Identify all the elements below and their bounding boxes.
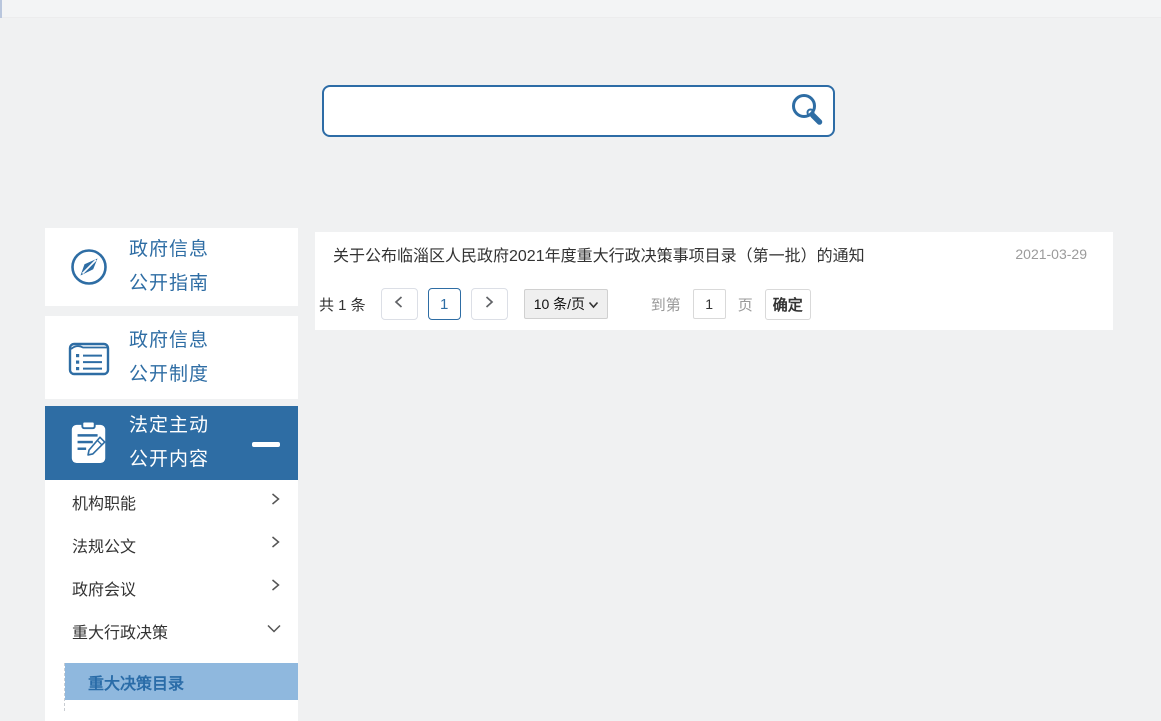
goto-page-suffix: 页 bbox=[737, 296, 753, 314]
chevron-right-icon bbox=[268, 535, 282, 554]
submenu-label: 重大决策目录 bbox=[88, 675, 185, 693]
total-count-label: 共 1 条 bbox=[319, 296, 366, 314]
goto-page-prefix: 到第 bbox=[650, 296, 681, 314]
sidebar-label-line1: 法定主动 bbox=[129, 415, 210, 436]
sidebar-label-line2: 公开内容 bbox=[129, 449, 210, 470]
chevron-right-icon bbox=[268, 492, 282, 511]
minus-icon bbox=[252, 442, 280, 447]
goto-page-input[interactable] bbox=[692, 289, 726, 319]
submenu-label: 法规公文 bbox=[72, 538, 137, 556]
submenu-label: 机构职能 bbox=[72, 495, 137, 513]
next-page-button[interactable] bbox=[470, 288, 508, 320]
search-icon bbox=[789, 92, 825, 131]
sidebar-submenu: 机构职能 法规公文 政府会议 重大行政决策 重大决策目录 bbox=[45, 480, 298, 721]
tree-guide-line bbox=[64, 663, 65, 711]
page: 政府信息 公开指南 政府信息 公开制度 法定主动 公开内容 机构职能 法规公文 … bbox=[0, 0, 1161, 721]
pagination-bar: 共 1 条 1 10 条/页 到第 页 确定 bbox=[319, 288, 1113, 320]
prev-page-button[interactable] bbox=[380, 288, 418, 320]
article-date: 2021-03-29 bbox=[1015, 246, 1087, 262]
compass-icon bbox=[67, 246, 111, 288]
sidebar-label-line1: 政府信息 bbox=[129, 329, 210, 351]
document-icon bbox=[67, 338, 111, 378]
submenu-item-government-meetings[interactable]: 政府会议 bbox=[45, 566, 298, 609]
page-size-select[interactable]: 10 条/页 bbox=[523, 289, 608, 319]
sidebar-item-disclosure-system[interactable]: 政府信息 公开制度 bbox=[45, 316, 298, 399]
submenu-label: 重大行政决策 bbox=[72, 624, 169, 642]
chevron-left-icon bbox=[393, 295, 405, 313]
sidebar-label-line2: 公开制度 bbox=[129, 363, 210, 385]
top-band bbox=[0, 0, 1161, 18]
sidebar-label-line2: 公开指南 bbox=[129, 273, 210, 294]
chevron-down-icon bbox=[266, 621, 282, 640]
article-link[interactable]: 关于公布临淄区人民政府2021年度重大行政决策事项目录（第一批）的通知 bbox=[333, 242, 865, 266]
confirm-button[interactable]: 确定 bbox=[764, 288, 811, 320]
sidebar-label-line1: 政府信息 bbox=[129, 239, 210, 260]
sidebar-item-statutory-disclosure[interactable]: 法定主动 公开内容 bbox=[45, 406, 298, 480]
page-number-button[interactable]: 1 bbox=[427, 288, 461, 320]
search-button[interactable] bbox=[785, 89, 829, 133]
submenu-item-agency-functions[interactable]: 机构职能 bbox=[45, 480, 298, 523]
submenu-label: 政府会议 bbox=[72, 581, 137, 599]
submenu-item-major-decision-catalog[interactable]: 重大决策目录 bbox=[65, 663, 298, 700]
submenu-item-regulations-documents[interactable]: 法规公文 bbox=[45, 523, 298, 566]
chevron-right-icon bbox=[268, 578, 282, 597]
list-item: 关于公布临淄区人民政府2021年度重大行政决策事项目录（第一批）的通知 2021… bbox=[315, 232, 1113, 276]
page-size-value: 10 条/页 bbox=[533, 296, 586, 312]
left-edge-artifact bbox=[0, 0, 2, 18]
sidebar-item-disclosure-guide[interactable]: 政府信息 公开指南 bbox=[45, 228, 298, 306]
clipboard-pencil-icon bbox=[67, 420, 111, 466]
submenu-children: 重大决策目录 bbox=[45, 663, 298, 711]
chevron-down-icon bbox=[588, 296, 599, 312]
search-input[interactable] bbox=[324, 87, 785, 135]
submenu-item-major-administrative-decisions[interactable]: 重大行政决策 bbox=[45, 609, 298, 652]
search-box bbox=[322, 85, 835, 137]
content-panel: 关于公布临淄区人民政府2021年度重大行政决策事项目录（第一批）的通知 2021… bbox=[315, 232, 1113, 330]
chevron-right-icon bbox=[483, 295, 495, 313]
